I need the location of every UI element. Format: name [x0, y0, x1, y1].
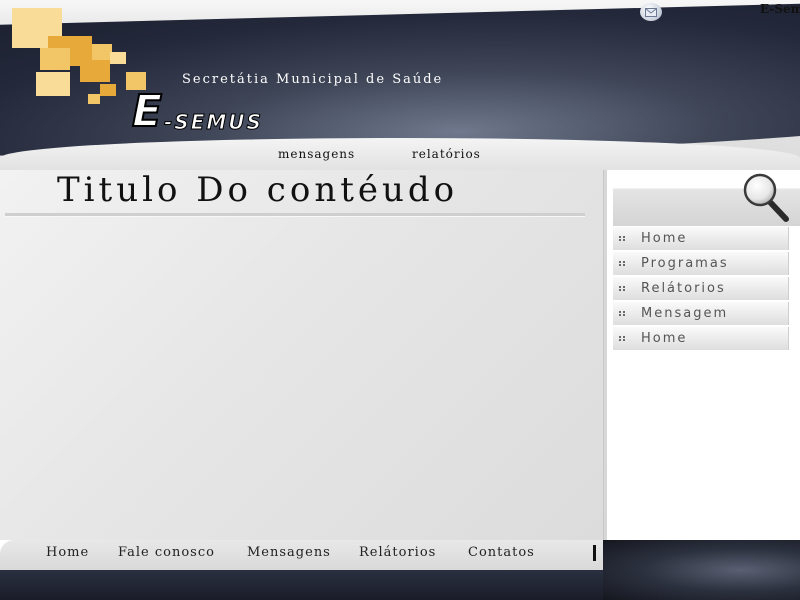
search-icon[interactable] [740, 172, 790, 222]
footer-corner-decoration [603, 540, 800, 600]
mail-icon[interactable] [640, 3, 662, 21]
sidebar: Home Programas Relátorios Mensagem Home [604, 170, 800, 540]
nav-link-relatorios[interactable]: relatórios [412, 147, 481, 161]
sidebar-item-label: Relátorios [641, 281, 726, 296]
sidebar-menu: Home Programas Relátorios Mensagem Home [613, 227, 789, 352]
sidebar-item-label: Home [641, 331, 688, 346]
bullet-icon [619, 236, 625, 241]
bottom-strip [0, 570, 603, 600]
site-logo[interactable]: E -SEMUS [131, 86, 302, 137]
footer-divider [593, 545, 596, 561]
brand-top-text: E-Sem [760, 2, 800, 16]
bullet-icon [619, 286, 625, 291]
sidebar-item-label: Programas [641, 256, 729, 271]
bullet-icon [619, 311, 625, 316]
sidebar-item-programas[interactable]: Programas [613, 252, 789, 275]
footer-link-contatos[interactable]: Contatos [468, 545, 535, 560]
sidebar-item-label: Home [641, 231, 688, 246]
nav-link-mensagens[interactable]: mensagens [278, 147, 355, 161]
footer-link-fale-conosco[interactable]: Fale conosco [118, 545, 215, 560]
logo-letter: E [131, 86, 163, 137]
content-title: Titulo Do contéudo [57, 170, 459, 210]
sidebar-item-relatorios[interactable]: Relátorios [613, 277, 789, 300]
site-subtitle: Secretátia Municipal de Saúde [182, 72, 444, 87]
footer-link-mensagens[interactable]: Mensagens [247, 545, 331, 560]
sidebar-item-home-2[interactable]: Home [613, 327, 789, 350]
bullet-icon [619, 336, 625, 341]
main-content: Titulo Do contéudo [0, 170, 604, 540]
footer-link-relatorios[interactable]: Relátorios [359, 545, 436, 560]
bullet-icon [619, 261, 625, 266]
sidebar-item-label: Mensagem [641, 306, 729, 321]
sidebar-item-home[interactable]: Home [613, 227, 789, 250]
footer-link-home[interactable]: Home [46, 545, 89, 560]
site-header: E-Sem Secretátia Municipal de Saúde E -S… [0, 0, 800, 170]
sidebar-item-mensagem[interactable]: Mensagem [613, 302, 789, 325]
logo-text: -SEMUS [164, 110, 263, 135]
title-divider [5, 213, 585, 217]
header-nav-strip [0, 138, 800, 170]
